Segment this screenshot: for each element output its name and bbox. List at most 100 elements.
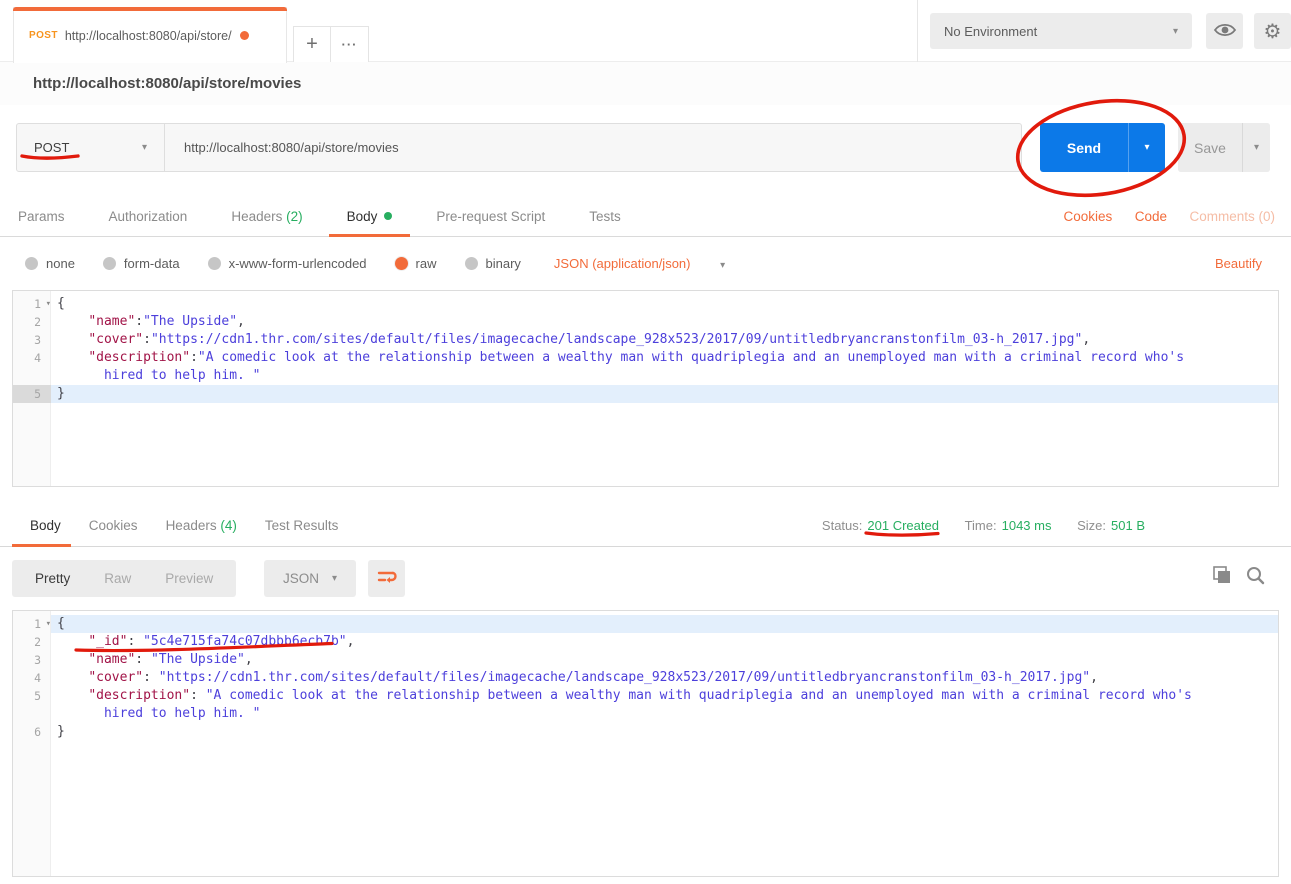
code-text: "description": "A comedic look at the re… [51, 687, 1278, 705]
status-group: Status:201 Created [822, 518, 939, 533]
line-number: 1▾ [13, 295, 51, 313]
radio-none[interactable] [25, 257, 38, 270]
tab-params[interactable]: Params [18, 197, 87, 236]
line-number: 6 [13, 723, 51, 741]
chevron-down-icon: ▾ [332, 573, 337, 584]
tab-headers[interactable]: Headers (2) [209, 197, 324, 236]
request-tab[interactable]: POST http://localhost:8080/api/store/ [13, 7, 287, 63]
view-raw[interactable]: Raw [87, 560, 148, 597]
tab-pre-request-script[interactable]: Pre-request Script [414, 197, 567, 236]
copy-icon [1211, 565, 1232, 589]
send-button[interactable]: Send [1040, 123, 1128, 172]
code-line[interactable]: 1▾{ [13, 615, 1278, 633]
response-tab-headers[interactable]: Headers (4) [152, 505, 251, 546]
method-selector[interactable]: POST ▾ [17, 124, 165, 171]
save-options-button[interactable]: ▾ [1242, 123, 1270, 172]
line-number: 3 [13, 651, 51, 669]
comments-link[interactable]: Comments (0) [1189, 209, 1275, 224]
status-value: 201 Created [867, 518, 939, 533]
send-button-group: Send ▾ [1040, 123, 1165, 172]
code-line[interactable]: 4 "description":"A comedic look at the r… [13, 349, 1278, 367]
radio-raw-label[interactable]: raw [416, 256, 437, 271]
fold-icon[interactable]: ▾ [46, 615, 51, 633]
eye-icon [1213, 21, 1237, 42]
tab-authorization[interactable]: Authorization [87, 197, 210, 236]
body-has-content-dot [384, 212, 392, 220]
radio-binary-label[interactable]: binary [486, 256, 521, 271]
code-line[interactable]: hired to help him. " [13, 705, 1278, 723]
request-tabs-row: Params Authorization Headers (2) Body Pr… [0, 197, 1291, 237]
postman-app: POST http://localhost:8080/api/store/ + … [0, 0, 1291, 884]
radio-raw[interactable] [395, 257, 408, 270]
code-text: } [51, 385, 1278, 403]
code-line[interactable]: 5 "description": "A comedic look at the … [13, 687, 1278, 705]
line-number: 5 [13, 687, 51, 705]
environment-preview-button[interactable] [1206, 13, 1243, 49]
line-number: 4 [13, 349, 51, 367]
settings-button[interactable]: ⚙ [1254, 13, 1291, 49]
new-tab-button[interactable]: + [294, 27, 331, 62]
code-text: "cover": "https://cdn1.thr.com/sites/def… [51, 669, 1278, 687]
tab-options-button[interactable]: ··· [331, 27, 368, 62]
response-view-switcher: Pretty Raw Preview [12, 560, 236, 597]
code-line[interactable]: 2 "_id": "5c4e715fa74c07dbbb6ecb7b", [13, 633, 1278, 651]
content-type-selector[interactable]: JSON (application/json) ▾ [554, 256, 725, 271]
cookies-link[interactable]: Cookies [1064, 209, 1113, 224]
code-text: "description":"A comedic look at the rel… [51, 349, 1278, 367]
code-line[interactable]: 3 "name": "The Upside", [13, 651, 1278, 669]
url-input[interactable]: http://localhost:8080/api/store/movies [165, 124, 1021, 171]
code-text: } [51, 723, 1278, 741]
code-text: "_id": "5c4e715fa74c07dbbb6ecb7b", [51, 633, 1278, 651]
size-group: Size:501 B [1077, 518, 1145, 533]
code-link[interactable]: Code [1135, 209, 1167, 224]
send-options-button[interactable]: ▾ [1128, 123, 1165, 172]
code-text: "name": "The Upside", [51, 651, 1278, 669]
time-group: Time:1043 ms [965, 518, 1052, 533]
code-line[interactable]: 5} [13, 385, 1278, 403]
tab-tests[interactable]: Tests [567, 197, 643, 236]
search-response-button[interactable] [1242, 564, 1268, 590]
radio-x-www-form-urlencoded-label[interactable]: x-www-form-urlencoded [229, 256, 367, 271]
word-wrap-icon [377, 569, 397, 589]
radio-form-data-label[interactable]: form-data [124, 256, 180, 271]
code-text: { [51, 615, 1278, 633]
response-tab-body[interactable]: Body [16, 505, 75, 546]
response-tab-cookies[interactable]: Cookies [75, 505, 152, 546]
gear-icon: ⚙ [1264, 19, 1282, 44]
radio-form-data[interactable] [103, 257, 116, 270]
save-button[interactable]: Save [1178, 123, 1242, 172]
line-number: 3 [13, 331, 51, 349]
environment-selector[interactable]: No Environment ▾ [930, 13, 1192, 49]
radio-x-www-form-urlencoded[interactable] [208, 257, 221, 270]
url-value: http://localhost:8080/api/store/movies [184, 140, 399, 155]
code-line[interactable]: 2 "name":"The Upside", [13, 313, 1278, 331]
fold-icon[interactable]: ▾ [46, 295, 51, 313]
view-preview[interactable]: Preview [148, 560, 230, 597]
wrap-lines-button[interactable] [368, 560, 405, 597]
view-pretty[interactable]: Pretty [18, 560, 87, 597]
tab-actions: + ··· [293, 26, 369, 63]
radio-none-label[interactable]: none [46, 256, 75, 271]
request-body-editor[interactable]: 1▾{2 "name":"The Upside",3 "cover":"http… [12, 290, 1279, 487]
code-line[interactable]: hired to help him. " [13, 367, 1278, 385]
size-value: 501 B [1111, 518, 1145, 533]
radio-binary[interactable] [465, 257, 478, 270]
code-line[interactable]: 4 "cover": "https://cdn1.thr.com/sites/d… [13, 669, 1278, 687]
headers-count: (2) [286, 209, 303, 224]
copy-response-button[interactable] [1208, 564, 1234, 590]
code-line[interactable]: 6} [13, 723, 1278, 741]
chevron-down-icon: ▾ [142, 142, 147, 153]
response-tab-test-results[interactable]: Test Results [251, 505, 353, 546]
code-text: { [51, 295, 1278, 313]
code-line[interactable]: 3 "cover":"https://cdn1.thr.com/sites/de… [13, 331, 1278, 349]
response-format-selector[interactable]: JSON ▾ [264, 560, 356, 597]
beautify-link[interactable]: Beautify [1215, 256, 1262, 271]
code-line[interactable]: 1▾{ [13, 295, 1278, 313]
request-tabs-links: Cookies Code Comments (0) [1046, 197, 1275, 237]
body-type-row: none form-data x-www-form-urlencoded raw… [0, 245, 1291, 281]
method-label: POST [34, 140, 69, 155]
response-body-editor[interactable]: 1▾{2 "_id": "5c4e715fa74c07dbbb6ecb7b",3… [12, 610, 1279, 877]
unsaved-changes-dot [240, 31, 249, 40]
code-text: hired to help him. " [51, 367, 1278, 385]
tab-body[interactable]: Body [325, 197, 415, 236]
